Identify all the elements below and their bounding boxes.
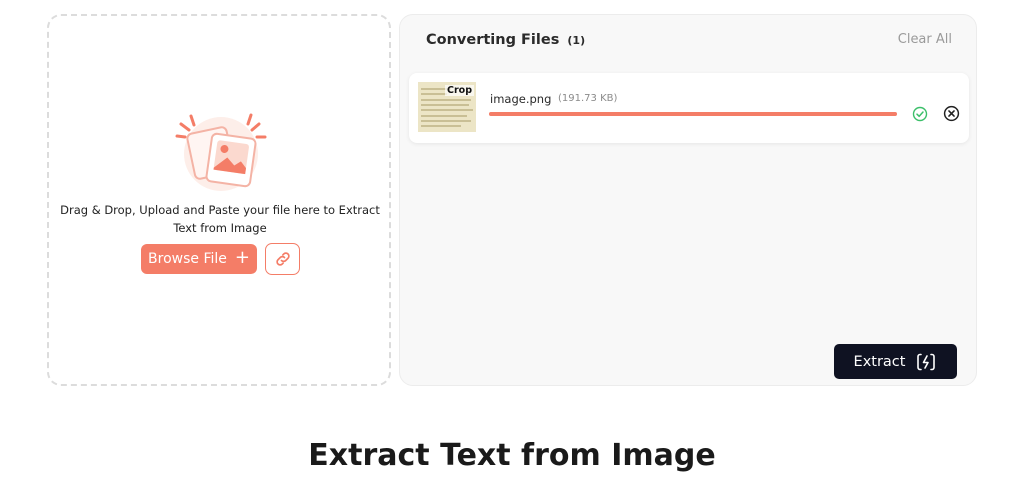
paste-url-button[interactable] [265,243,300,275]
browse-file-label: Browse File [148,251,227,267]
panel-title: Converting Files (1) [426,32,585,48]
thumbnail-text-line [421,93,447,95]
file-thumbnail[interactable]: Crop [418,82,476,132]
file-count: (1) [567,34,586,47]
extract-button[interactable]: Extract [834,344,957,379]
bolt-icon [917,353,936,370]
upload-dropzone[interactable]: Drag & Drop, Upload and Paste your file … [47,14,391,386]
file-size: (191.73 KB) [558,93,618,104]
converting-files-panel: Converting Files (1) Clear All Crop imag… [399,14,977,386]
thumbnail-text-line [421,99,471,101]
plus-icon: + [234,247,250,268]
progress-fill [489,112,897,116]
crop-label[interactable]: Crop [445,85,474,96]
clear-all-button[interactable]: Clear All [898,32,952,47]
check-circle-icon [912,106,928,122]
drop-instructions: Drag & Drop, Upload and Paste your file … [60,203,380,235]
thumbnail-text-line [421,104,469,106]
extract-label: Extract [853,353,906,370]
browse-file-button[interactable]: Browse File + [141,244,257,274]
page-heading: Extract Text from Image [308,438,716,473]
progress-bar [489,112,897,116]
thumbnail-text-line [421,120,471,122]
page: Drag & Drop, Upload and Paste your file … [0,0,1024,482]
panel-title-text: Converting Files [426,32,560,48]
image-stack-icon [175,113,267,191]
close-circle-icon [943,105,960,122]
remove-file-button[interactable] [943,105,960,122]
thumbnail-text-line [421,125,461,127]
link-icon [275,252,290,266]
thumbnail-text-line [421,115,467,117]
thumbnail-text-line [421,109,473,111]
file-row: Crop image.png (191.73 KB) [409,73,969,143]
file-name: image.png [490,92,552,106]
